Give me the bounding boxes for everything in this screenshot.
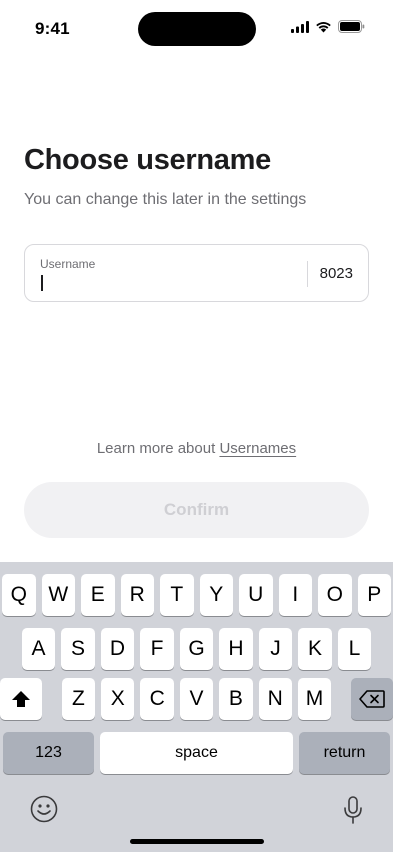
confirm-button[interactable]: Confirm bbox=[24, 482, 369, 538]
key-x[interactable]: X bbox=[101, 678, 135, 720]
wifi-icon bbox=[315, 20, 332, 38]
key-b[interactable]: B bbox=[219, 678, 253, 720]
key-r[interactable]: R bbox=[120, 574, 154, 616]
key-y[interactable]: Y bbox=[199, 574, 233, 616]
cellular-signal-icon bbox=[291, 20, 309, 38]
emoji-icon bbox=[30, 795, 58, 823]
keyboard-row-3: Z X C V B N M bbox=[0, 678, 393, 720]
text-caret bbox=[41, 275, 43, 291]
key-n[interactable]: N bbox=[258, 678, 292, 720]
learn-more-text: Learn more about Usernames bbox=[0, 440, 393, 457]
username-field-label: Username bbox=[40, 257, 96, 271]
numbers-key[interactable]: 123 bbox=[3, 732, 94, 774]
username-suffix: 8023 bbox=[319, 265, 353, 282]
keyboard-row-1: Q W E R T Y U I O P bbox=[0, 574, 393, 616]
key-q[interactable]: Q bbox=[2, 574, 36, 616]
space-key[interactable]: space bbox=[100, 732, 293, 774]
keyboard: Q W E R T Y U I O P A S D F G H J K L Z … bbox=[0, 562, 393, 852]
status-icons bbox=[291, 20, 365, 38]
field-divider bbox=[307, 261, 308, 287]
key-p[interactable]: P bbox=[357, 574, 391, 616]
keyboard-row-4: 123 space return bbox=[0, 732, 393, 774]
key-z[interactable]: Z bbox=[61, 678, 96, 720]
keyboard-row-2: A S D F G H J K L bbox=[0, 628, 393, 670]
dynamic-island bbox=[138, 12, 256, 46]
return-key[interactable]: return bbox=[299, 732, 390, 774]
key-t[interactable]: T bbox=[160, 574, 194, 616]
key-j[interactable]: J bbox=[258, 628, 293, 670]
microphone-icon bbox=[344, 796, 362, 824]
emoji-button[interactable] bbox=[30, 795, 58, 828]
key-h[interactable]: H bbox=[219, 628, 253, 670]
status-bar: 9:41 bbox=[0, 0, 393, 54]
key-a[interactable]: A bbox=[21, 628, 56, 670]
username-field[interactable]: Username 8023 bbox=[24, 244, 369, 302]
key-k[interactable]: K bbox=[298, 628, 332, 670]
shift-key[interactable] bbox=[0, 678, 42, 720]
backspace-key[interactable] bbox=[351, 678, 393, 720]
key-l[interactable]: L bbox=[337, 628, 372, 670]
page-title: Choose username bbox=[24, 144, 271, 176]
key-u[interactable]: U bbox=[239, 574, 273, 616]
battery-icon bbox=[338, 20, 365, 38]
key-d[interactable]: D bbox=[100, 628, 135, 670]
key-c[interactable]: C bbox=[140, 678, 174, 720]
key-v[interactable]: V bbox=[179, 678, 214, 720]
key-o[interactable]: O bbox=[318, 574, 352, 616]
learn-more-prefix: Learn more about bbox=[96, 440, 216, 457]
key-w[interactable]: W bbox=[41, 574, 75, 616]
username-input[interactable] bbox=[40, 273, 290, 295]
key-i[interactable]: I bbox=[278, 574, 312, 616]
status-time: 9:41 bbox=[35, 19, 70, 38]
key-g[interactable]: G bbox=[179, 628, 214, 670]
page-subtitle: You can change this later in the setting… bbox=[24, 191, 307, 208]
key-f[interactable]: F bbox=[140, 628, 174, 670]
dictation-button[interactable] bbox=[343, 795, 363, 830]
backspace-icon bbox=[359, 690, 385, 708]
key-m[interactable]: M bbox=[297, 678, 332, 720]
shift-arrow-icon bbox=[11, 691, 30, 707]
usernames-link[interactable]: Usernames bbox=[219, 440, 296, 457]
key-s[interactable]: S bbox=[61, 628, 95, 670]
home-indicator bbox=[130, 839, 264, 844]
key-e[interactable]: E bbox=[81, 574, 115, 616]
